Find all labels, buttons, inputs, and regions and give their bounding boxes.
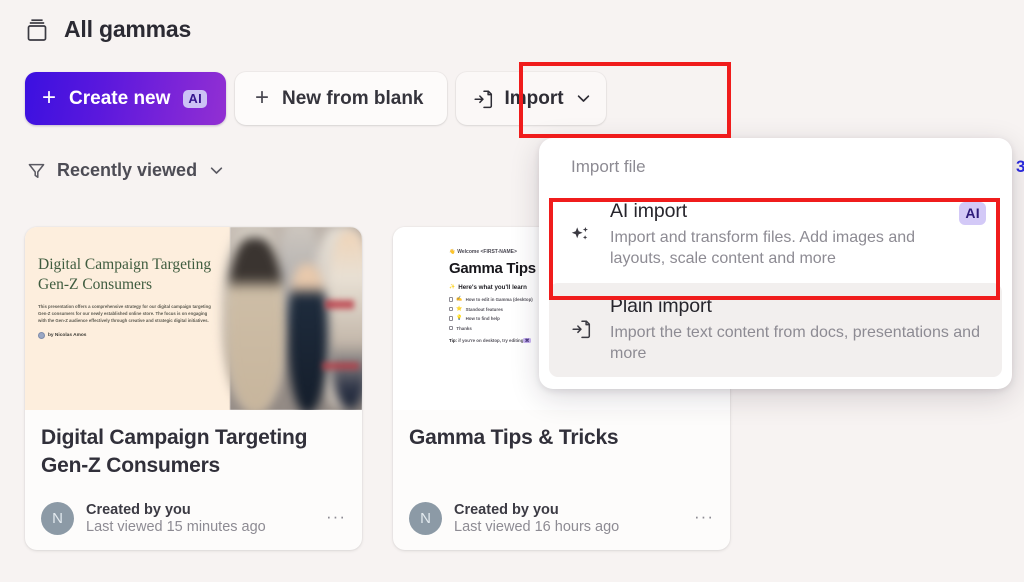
page-header: All gammas <box>25 16 191 43</box>
checkbox-icon <box>449 306 454 312</box>
thumbnail-tip-text: if you're on desktop, try editing <box>456 337 524 343</box>
card-title: Digital Campaign Targeting Gen-Z Consume… <box>41 426 308 477</box>
list-item-label: Standout features <box>465 306 503 312</box>
card-last-viewed: Last viewed 15 minutes ago <box>86 519 266 535</box>
thumbnail-tip-prefix: Tip: <box>449 337 457 343</box>
create-new-button[interactable]: + Create new AI <box>25 72 226 125</box>
card-menu-button[interactable]: ··· <box>694 508 714 525</box>
avatar: N <box>41 502 74 535</box>
menu-item-plain-import[interactable]: Plain import Import the text content fro… <box>549 282 1002 378</box>
card-last-viewed: Last viewed 16 hours ago <box>454 519 620 535</box>
ai-badge: AI <box>183 89 207 108</box>
ai-badge: AI <box>959 202 986 225</box>
page-title: All gammas <box>64 16 192 42</box>
pencil-emoji-icon: ✍ <box>456 296 463 302</box>
new-from-blank-button[interactable]: + New from blank <box>235 72 447 125</box>
list-item-label: Thanks <box>456 325 472 331</box>
import-dropdown-menu: Import file AI import Import and transfo… <box>539 138 1012 390</box>
create-new-label: Create new <box>69 87 171 109</box>
chevron-down-icon <box>208 162 225 179</box>
checkbox-icon <box>449 316 454 321</box>
gamma-card[interactable]: Digital Campaign Targeting Gen-Z Consume… <box>25 227 362 550</box>
card-body: Digital Campaign Targeting Gen-Z Consume… <box>25 410 362 550</box>
sparkles-icon <box>569 223 593 247</box>
funnel-icon <box>27 161 46 180</box>
checkbox-icon <box>449 297 454 302</box>
filter-control[interactable]: Recently viewed <box>27 160 225 181</box>
chevron-down-icon <box>575 90 592 107</box>
avatar: N <box>409 502 442 535</box>
thumbnail-heading: Digital Campaign Targeting Gen-Z Consume… <box>38 256 212 293</box>
checkbox-icon <box>449 325 454 331</box>
filter-label: Recently viewed <box>57 160 198 180</box>
menu-item-title: Plain import <box>610 294 712 317</box>
offscreen-edge-element: 3 <box>1016 158 1024 176</box>
toolbar: + Create new AI + New from blank Import <box>25 72 606 125</box>
import-file-icon <box>472 88 494 110</box>
archive-box-icon <box>25 17 49 43</box>
plus-icon: + <box>255 83 270 111</box>
card-menu-button[interactable]: ··· <box>326 508 346 525</box>
card-thumbnail: Digital Campaign Targeting Gen-Z Consume… <box>25 227 362 410</box>
dropdown-header: Import file <box>571 157 646 176</box>
import-file-icon <box>569 318 593 340</box>
thumbnail-author: by Nicolas Amos <box>38 331 230 339</box>
thumbnail-text-panel: Digital Campaign Targeting Gen-Z Consume… <box>25 227 230 410</box>
avatar <box>38 331 45 339</box>
card-owner: Created by you <box>86 502 191 518</box>
menu-item-description: Import the text content from docs, prese… <box>610 323 980 362</box>
thumbnail-tip-key: ⌘ <box>523 337 531 343</box>
card-meta: N Created by you Last viewed 15 minutes … <box>41 502 346 535</box>
import-button-wrapper: Import <box>455 72 606 125</box>
thumbnail-author-label: by Nicolas Amos <box>48 332 87 338</box>
card-title: Gamma Tips & Tricks <box>409 426 619 449</box>
card-meta: N Created by you Last viewed 16 hours ag… <box>409 502 714 535</box>
wave-emoji-icon: 👋 <box>449 248 456 255</box>
thumbnail-photo <box>222 227 362 410</box>
sparkles-emoji-icon: ✨ <box>449 284 456 290</box>
thumbnail-body: This presentation offers a comprehensive… <box>38 303 211 323</box>
list-item-label: How to edit in Gamma (desktop) <box>465 297 533 302</box>
menu-item-title: AI import <box>610 200 688 222</box>
thumbnail-subheading: Here's what you'll learn <box>458 284 527 291</box>
menu-item-description: Import and transform files. Add images a… <box>610 229 916 268</box>
plus-icon: + <box>42 83 57 111</box>
card-owner: Created by you <box>454 502 559 518</box>
list-item-label: How to find help <box>465 316 500 321</box>
import-button[interactable]: Import <box>455 72 606 125</box>
lifebuoy-emoji-icon: 💡 <box>456 315 463 321</box>
new-from-blank-label: New from blank <box>282 87 424 109</box>
star-emoji-icon: ⭐ <box>456 305 463 312</box>
menu-item-ai-import[interactable]: AI import Import and transform files. Ad… <box>549 188 1002 283</box>
import-label: Import <box>504 87 564 109</box>
card-body: Gamma Tips & Tricks N Created by you Las… <box>393 410 730 550</box>
thumbnail-welcome-label: Welcome <FIRST-NAME> <box>457 249 517 255</box>
